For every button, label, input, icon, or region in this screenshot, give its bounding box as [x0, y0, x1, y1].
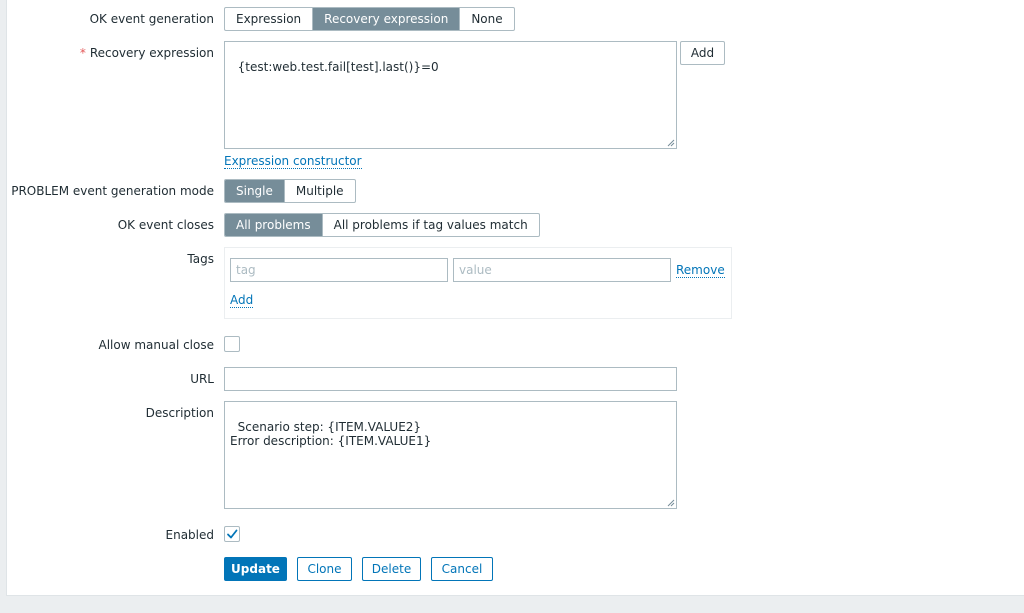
ok-event-closes-label: OK event closes [117, 218, 214, 232]
manual-close-label: Allow manual close [98, 338, 214, 352]
ok-event-closes-segmented: All problems All problems if tag values … [224, 213, 540, 237]
ok-event-generation-option-none[interactable]: None [460, 8, 513, 30]
description-textarea[interactable]: Scenario step: {ITEM.VALUE2} Error descr… [224, 401, 677, 509]
description-label: Description [145, 406, 214, 420]
tag-value-input[interactable]: value [453, 258, 671, 282]
description-value: Scenario step: {ITEM.VALUE2} Error descr… [230, 420, 432, 448]
enabled-checkbox[interactable] [224, 526, 240, 542]
recovery-expression-label: * Recovery expression [6, 46, 214, 60]
ok-event-generation-segmented: Expression Recovery expression None [224, 7, 515, 31]
problem-mode-option-single[interactable]: Single [225, 180, 285, 202]
recovery-expression-textarea[interactable]: {test:web.test.fail[test].last()}=0 [224, 41, 677, 149]
checkmark-icon [227, 529, 238, 539]
enabled-label: Enabled [165, 528, 215, 542]
resize-handle-icon[interactable] [667, 499, 675, 507]
ok-event-generation-label: OK event generation [89, 12, 214, 26]
url-input[interactable] [224, 367, 677, 391]
manual-close-checkbox[interactable] [224, 336, 240, 352]
recovery-expression-label-text: Recovery expression [89, 46, 214, 60]
delete-button[interactable]: Delete [362, 557, 421, 581]
clone-button[interactable]: Clone [297, 557, 352, 581]
url-label: URL [190, 372, 214, 386]
tag-name-input[interactable]: tag [230, 258, 448, 282]
tags-label: Tags [187, 252, 214, 266]
resize-handle-icon[interactable] [667, 139, 675, 147]
update-button[interactable]: Update [224, 557, 287, 581]
problem-mode-label: PROBLEM event generation mode [11, 184, 214, 198]
recovery-expression-value: {test:web.test.fail[test].last()}=0 [237, 60, 439, 74]
problem-mode-segmented: Single Multiple [224, 179, 356, 203]
tag-remove-link[interactable]: Remove [676, 263, 725, 278]
ok-event-generation-option-expression[interactable]: Expression [225, 8, 314, 30]
ok-event-closes-option-all-problems[interactable]: All problems [225, 214, 323, 236]
expression-constructor-link[interactable]: Expression constructor [224, 154, 362, 169]
required-asterisk: * [79, 46, 86, 60]
recovery-expression-add-button[interactable]: Add [680, 41, 725, 65]
problem-mode-option-multiple[interactable]: Multiple [285, 180, 355, 202]
cancel-button[interactable]: Cancel [431, 557, 493, 581]
tag-add-link[interactable]: Add [230, 293, 254, 308]
ok-event-closes-option-tag-match[interactable]: All problems if tag values match [323, 214, 539, 236]
ok-event-generation-option-recovery-expression[interactable]: Recovery expression [313, 8, 461, 30]
